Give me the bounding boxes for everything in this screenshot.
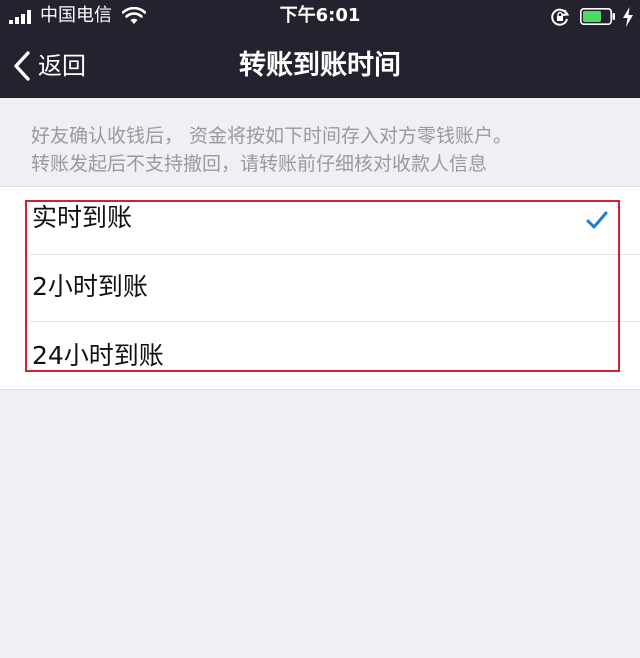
status-bar: 中国电信 下午6:01 [0,0,640,34]
option-2-hours[interactable]: 2小时到账 [0,254,640,322]
battery-icon [580,8,615,25]
navigation-bar: 返回 转账到账时间 [0,34,640,98]
description-line-1: 好友确认收钱后， 资金将按如下时间存入对方零钱账户。 [31,125,513,147]
option-realtime[interactable]: 实时到账 [0,187,640,255]
option-label: 2小时到账 [32,272,148,301]
description-line-2: 转账发起后不支持撤回，请转账前仔细核对收款人信息 [31,153,488,175]
option-label: 实时到账 [32,203,133,232]
app-header: 中国电信 下午6:01 返回 转账到账时间 [0,0,640,98]
option-label: 24小时到账 [32,341,164,370]
orientation-lock-icon [551,8,570,26]
checkmark-icon [586,211,608,229]
page-title: 转账到账时间 [239,50,401,81]
arrival-time-options: 实时到账 2小时到账 24小时到账 [0,186,640,390]
charging-bolt-icon [623,7,633,27]
transfer-description: 好友确认收钱后， 资金将按如下时间存入对方零钱账户。 转账发起后不支持撤回，请转… [31,122,621,178]
status-clock: 下午6:01 [279,5,361,26]
option-24-hours[interactable]: 24小时到账 [0,321,640,389]
